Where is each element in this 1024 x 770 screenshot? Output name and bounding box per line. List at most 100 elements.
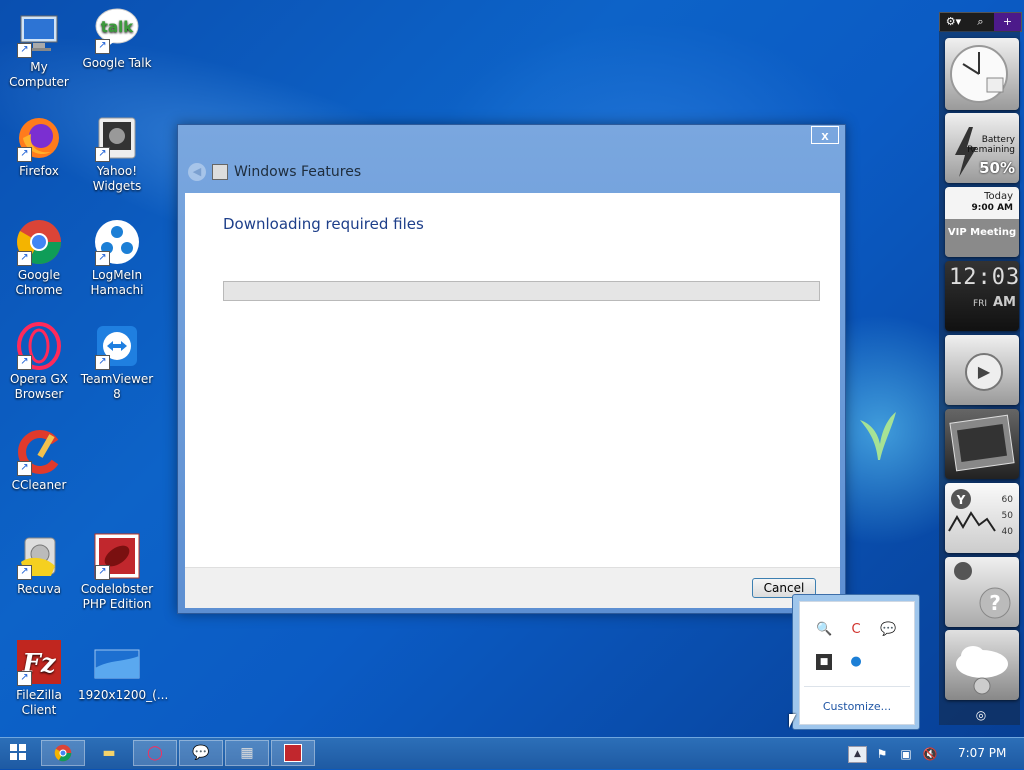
play-icon[interactable]: ▶ (965, 353, 1003, 391)
desktop-icon-logmein-hamachi[interactable]: ↗ LogMeIn Hamachi (78, 218, 156, 298)
windows-features-dialog: x ◀ Windows Features Downloading require… (177, 124, 846, 614)
analog-clock-icon (950, 45, 1008, 103)
teamviewer-icon: ↗ (93, 322, 141, 370)
desktop-icon-label: Yahoo! Widgets (92, 164, 142, 193)
desktop-icon-yahoo-widgets[interactable]: ↗ Yahoo! Widgets (78, 114, 156, 194)
weather-gadget[interactable]: ? (945, 557, 1019, 627)
windows-features-icon: ▦ (240, 745, 254, 761)
calendar-event: VIP Meeting (947, 227, 1017, 238)
search-tool-icon[interactable]: 🔍 (816, 622, 832, 638)
taskbar-file-explorer[interactable]: ▬ (87, 740, 131, 766)
filezilla-icon: Fz ↗ (15, 638, 63, 686)
chart-tick: 40 (1001, 527, 1013, 537)
recuva-icon: ↗ (15, 532, 63, 580)
desktop-icon-label: Firefox (19, 164, 59, 178)
desktop-icon-opera-gx[interactable]: ↗ Opera GX Browser (0, 322, 78, 402)
gadget-toolbar: ⚙▾ ⌕ + (939, 12, 1022, 32)
dialog-titlebar: ◀ Windows Features (188, 161, 361, 183)
digital-clock-gadget[interactable]: 12:03 FRI AM (945, 261, 1019, 331)
desktop-icon-label: Codelobster PHP Edition (80, 582, 154, 611)
back-arrow-icon[interactable]: ◀ (188, 163, 206, 181)
yahoo-widgets-icon: ↗ (93, 114, 141, 162)
windows-logo-icon (10, 744, 26, 760)
google-talk-icon: talk ↗ (93, 6, 141, 54)
desktop-icon-label: 1920x1200_(... (78, 688, 169, 702)
dialog-content: Downloading required files (185, 193, 840, 567)
stock-chart-gadget[interactable]: Y 60 50 40 (945, 483, 1019, 553)
question-mark-icon: ? (954, 562, 1011, 619)
desktop-icon-google-talk[interactable]: talk ↗ Google Talk (78, 6, 156, 71)
customize-link[interactable]: Customize... (800, 700, 914, 713)
taskbar: ▬ ◯ 💬 ▦ ▲ ⚑ ▣ 🔇 7:07 PM (0, 737, 1024, 769)
yahoo-chart-icon: Y (948, 489, 996, 532)
cloud-icon (956, 646, 1008, 695)
add-gadget-icon[interactable]: + (994, 13, 1021, 31)
media-player-gadget[interactable]: ▶ (945, 335, 1019, 405)
taskbar-clock[interactable]: 7:07 PM (958, 746, 1006, 760)
codelobster-icon (284, 744, 302, 762)
image-file-icon (93, 638, 141, 686)
leaf-decoration-icon (860, 412, 896, 460)
volume-muted-icon[interactable]: 🔇 (922, 746, 938, 762)
desktop-icon-my-computer[interactable]: ↗ My Computer (0, 10, 78, 90)
desktop-icon-label: CCleaner (11, 478, 67, 492)
search-icon[interactable]: ⌕ (967, 13, 994, 31)
sidebar-settings-icon[interactable]: ◎ (966, 708, 996, 724)
taskbar-codelobster[interactable] (271, 740, 315, 766)
desktop-icon-filezilla[interactable]: Fz ↗ FileZilla Client (0, 638, 78, 718)
taskbar-opera-gx[interactable]: ◯ (133, 740, 177, 766)
desktop-icon-label: Google Talk (82, 56, 152, 70)
clock-ampm: AM (993, 295, 1016, 310)
desktop-icon-ccleaner[interactable]: ↗ CCleaner (0, 428, 78, 493)
calendar-gadget[interactable]: Today 9:00 AM VIP Meeting (945, 187, 1019, 257)
tray-overflow-panel: 🔍 C 💬 ■ ● Customize... (799, 601, 915, 725)
clock-time: 12:03 (949, 265, 1019, 290)
desktop-icon-firefox[interactable]: ↗ Firefox (0, 114, 78, 179)
calendar-time: 9:00 AM (971, 203, 1013, 213)
clock-day: FRI (973, 299, 988, 309)
gear-icon[interactable]: ⚙▾ (940, 13, 967, 31)
start-button[interactable] (10, 744, 26, 764)
yahoo-widgets-tray-icon[interactable]: ■ (816, 654, 832, 670)
analog-clock-gadget[interactable] (945, 38, 1019, 110)
battery-label: Battery Remaining (967, 135, 1015, 155)
chat-bubble-icon[interactable]: 💬 (880, 622, 896, 638)
download-progress-bar (223, 281, 820, 301)
calendar-day: Today (984, 191, 1013, 202)
desktop-icon-image-file[interactable]: 1920x1200_(... (78, 638, 168, 703)
show-hidden-icons-button[interactable]: ▲ (848, 746, 867, 763)
action-center-flag-icon[interactable]: ⚑ (874, 746, 890, 762)
codelobster-icon: ↗ (93, 532, 141, 580)
taskbar-windows-features[interactable]: ▦ (225, 740, 269, 766)
folder-icon: ▬ (102, 745, 116, 761)
close-button[interactable]: x (811, 126, 839, 144)
battery-gadget[interactable]: Battery Remaining 50% (945, 113, 1019, 183)
google-talk-badge: talk (101, 18, 134, 36)
taskbar-chrome[interactable] (41, 740, 85, 766)
desktop-icon-teamviewer[interactable]: ↗ TeamViewer 8 (78, 322, 156, 402)
slideshow-gadget[interactable] (945, 409, 1019, 479)
hamachi-icon: ↗ (93, 218, 141, 266)
weather-cloud-gadget[interactable] (945, 630, 1019, 700)
battery-value: 50% (979, 159, 1015, 177)
desktop-icon-label: FileZilla Client (16, 688, 62, 717)
chart-tick: 60 (1001, 495, 1013, 505)
dialog-title: Windows Features (234, 164, 362, 180)
mouse-cursor-icon (789, 714, 796, 728)
desktop-icon-label: TeamViewer 8 (80, 372, 154, 401)
opera-gx-icon: ↗ (15, 322, 63, 370)
ccleaner-icon: ↗ (15, 428, 63, 476)
network-icon[interactable]: ▣ (898, 746, 914, 762)
hamachi-tray-icon[interactable]: ● (848, 654, 864, 670)
ccleaner-tray-icon[interactable]: C (848, 622, 864, 638)
computer-icon: ↗ (15, 10, 63, 58)
taskbar-chat[interactable]: 💬 (179, 740, 223, 766)
desktop-icon-google-chrome[interactable]: ↗ Google Chrome (0, 218, 78, 298)
opera-gx-icon: ◯ (147, 745, 163, 761)
status-heading: Downloading required files (223, 215, 424, 233)
desktop-icon-codelobster[interactable]: ↗ Codelobster PHP Edition (78, 532, 156, 612)
chart-tick: 50 (1001, 511, 1013, 521)
svg-text:Y: Y (956, 493, 966, 507)
desktop-icon-recuva[interactable]: ↗ Recuva (0, 532, 78, 597)
divider (804, 686, 910, 687)
